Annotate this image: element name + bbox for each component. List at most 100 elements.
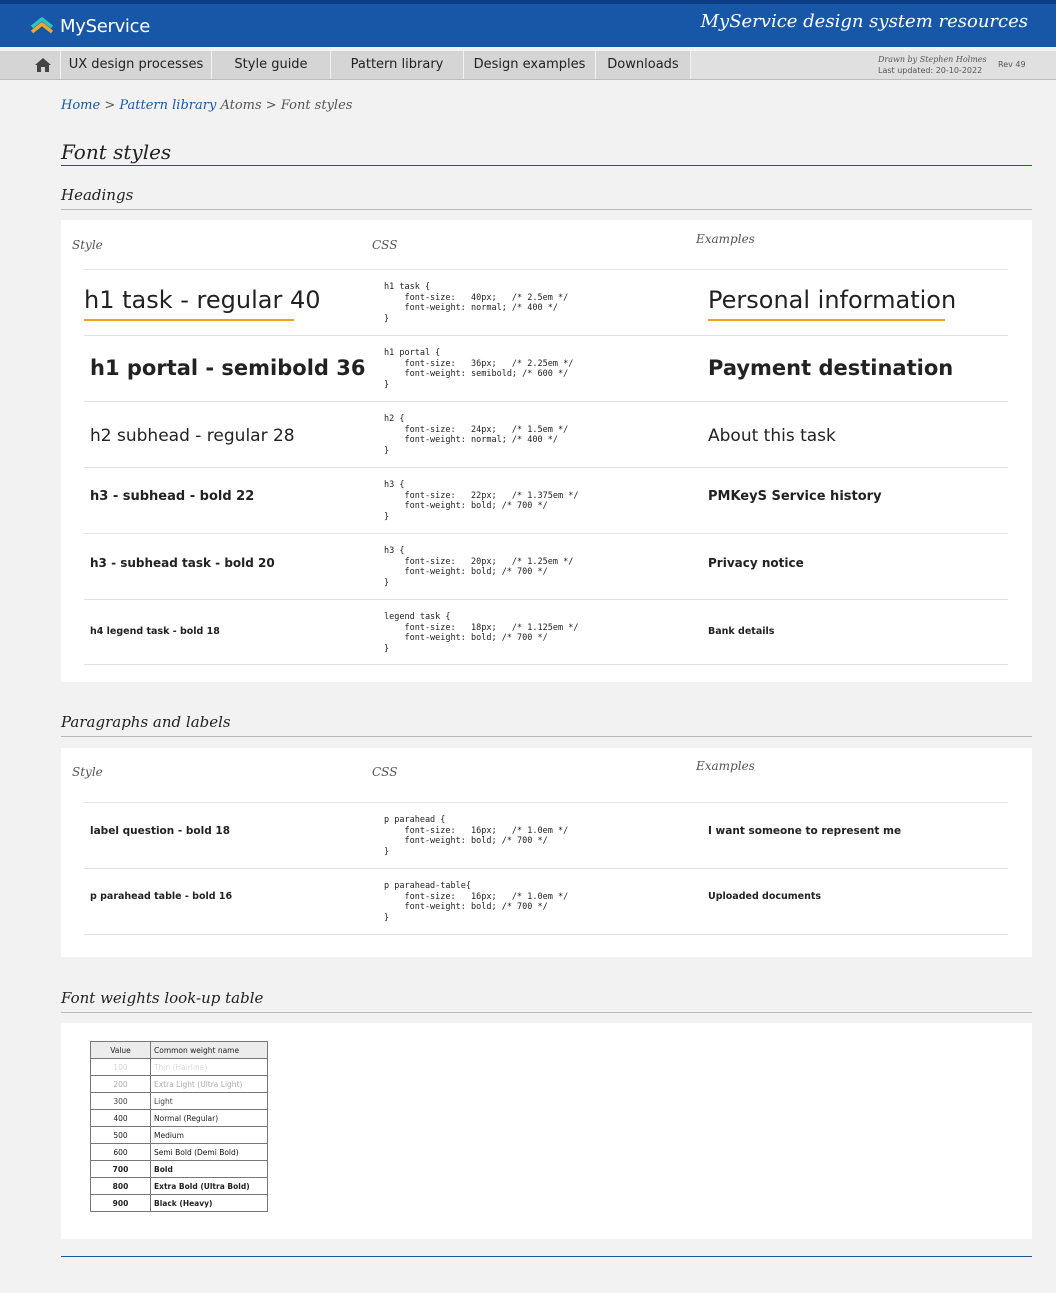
nav-item-ux-design-processes[interactable]: UX design processes (60, 51, 211, 79)
home-icon (35, 58, 51, 72)
row-divider (84, 533, 1008, 534)
last-updated-text: Last updated: 20-10-2022 (878, 66, 983, 75)
breadcrumb-home-link[interactable]: Home (61, 98, 100, 113)
example-h3-subhead: PMKeyS Service history (708, 489, 882, 504)
table-row: 300 Light (90, 1092, 268, 1110)
nav-item-pattern-library[interactable]: Pattern library (330, 51, 463, 79)
paragraphs-panel: Style CSS Examples label question - bold… (61, 748, 1032, 957)
row-divider (84, 467, 1008, 468)
table-row: 800 Extra Bold (Ultra Bold) (90, 1177, 268, 1195)
weight-value: 800 (90, 1177, 151, 1195)
weight-name: Light (150, 1092, 268, 1110)
logo[interactable]: MyService (30, 13, 150, 39)
breadcrumb-pattern-library-link[interactable]: Pattern library (119, 98, 216, 113)
row-divider (84, 802, 1008, 803)
h1-task-underline (84, 319, 294, 321)
font-weights-table: Value Common weight name 100 Thin (Hairli… (90, 1041, 268, 1212)
breadcrumb-current: Atoms > Font styles (220, 98, 353, 113)
weight-value: 700 (90, 1160, 151, 1178)
example-h3-subhead-task: Privacy notice (708, 556, 804, 570)
weight-value: 600 (90, 1143, 151, 1161)
table-row: 900 Black (Heavy) (90, 1194, 268, 1212)
col-head-style: Style (72, 238, 103, 252)
nav-item-design-examples[interactable]: Design examples (463, 51, 595, 79)
weight-name: Thin (Hairline) (150, 1058, 268, 1076)
style-label-h3-subhead: h3 - subhead - bold 22 (90, 489, 255, 504)
nav-item-style-guide[interactable]: Style guide (211, 51, 330, 79)
logo-chevron-icon (30, 17, 54, 34)
font-weights-panel: Value Common weight name 100 Thin (Hairli… (61, 1023, 1032, 1239)
css-code-h1-task: h1 task { font-size: 40px; /* 2.5em */ f… (384, 282, 569, 324)
weight-value: 400 (90, 1109, 151, 1127)
weight-name: Black (Heavy) (150, 1194, 268, 1212)
table-row: 100 Thin (Hairline) (90, 1058, 268, 1076)
logo-text: MyService (60, 15, 151, 37)
col-head-css: CSS (372, 765, 398, 779)
col-head-examples: Examples (696, 232, 755, 246)
headings-panel: Style CSS Examples h1 task - regular 40 … (61, 220, 1032, 682)
header-title: MyService design system resources (700, 11, 1028, 32)
weight-name: Semi Bold (Demi Bold) (150, 1143, 268, 1161)
section-divider (61, 1012, 1032, 1013)
css-code-h3-subhead-task: h3 { font-size: 20px; /* 1.25em */ font-… (384, 546, 574, 588)
breadcrumb: Home > Pattern library Atoms > Font styl… (61, 98, 352, 113)
section-divider (61, 736, 1032, 737)
example-h1-task-underline (708, 319, 945, 321)
weight-value: 200 (90, 1075, 151, 1093)
weight-name: Medium (150, 1126, 268, 1144)
css-code-h2: h2 { font-size: 24px; /* 1.5em */ font-w… (384, 414, 569, 456)
section-title-paragraphs: Paragraphs and labels (61, 713, 231, 731)
section-title-headings: Headings (61, 186, 134, 204)
table-row: 700 Bold (90, 1160, 268, 1178)
revision-text: Rev 49 (998, 60, 1026, 69)
example-label-question: I want someone to represent me (708, 825, 902, 837)
row-divider (84, 269, 1008, 270)
table-header-value: Value (90, 1041, 151, 1059)
css-code-h1-portal: h1 portal { font-size: 36px; /* 2.25em *… (384, 348, 574, 390)
table-row: 200 Extra Light (Ultra Light) (90, 1075, 268, 1093)
example-h4-legend: Bank details (708, 626, 775, 637)
col-head-style: Style (72, 765, 103, 779)
app-header: MyService MyService design system resour… (0, 4, 1056, 47)
weight-value: 500 (90, 1126, 151, 1144)
page-title: Font styles (61, 140, 172, 164)
col-head-examples: Examples (696, 759, 755, 773)
breadcrumb-separator: > (104, 98, 116, 113)
row-divider (84, 335, 1008, 336)
weight-value: 900 (90, 1194, 151, 1212)
footer-divider (61, 1256, 1032, 1257)
weight-value: 300 (90, 1092, 151, 1110)
row-divider (84, 868, 1008, 869)
style-label-h1-portal: h1 portal - semibold 36 (90, 356, 366, 380)
row-divider (84, 664, 1008, 665)
nav-item-downloads[interactable]: Downloads (595, 51, 690, 79)
example-h2: About this task (708, 426, 836, 446)
style-label-h1-task: h1 task - regular 40 (84, 286, 321, 314)
weight-name: Normal (Regular) (150, 1109, 268, 1127)
drawn-by-text: Drawn by Stephen Holmes (878, 55, 987, 64)
css-code-h4-legend: legend task { font-size: 18px; /* 1.125e… (384, 612, 579, 654)
row-divider (84, 934, 1008, 935)
style-label-label-question: label question - bold 18 (90, 825, 231, 837)
table-header-weight-name: Common weight name (150, 1041, 268, 1059)
table-row: 500 Medium (90, 1126, 268, 1144)
row-divider (84, 599, 1008, 600)
section-divider (61, 209, 1032, 210)
css-code-label-question: p parahead { font-size: 16px; /* 1.0em *… (384, 815, 569, 857)
col-head-css: CSS (372, 238, 398, 252)
table-row: 600 Semi Bold (Demi Bold) (90, 1143, 268, 1161)
section-title-font-weights: Font weights look-up table (61, 989, 264, 1007)
css-code-parahead-table: p parahead-table{ font-size: 16px; /* 1.… (384, 881, 569, 923)
title-divider (61, 165, 1032, 166)
example-parahead-table: Uploaded documents (708, 891, 822, 902)
example-h1-task: Personal information (708, 286, 957, 314)
weight-name: Extra Bold (Ultra Bold) (150, 1177, 268, 1195)
table-row: 400 Normal (Regular) (90, 1109, 268, 1127)
main-nav: UX design processes Style guide Pattern … (0, 51, 1056, 80)
css-code-h3-subhead: h3 { font-size: 22px; /* 1.375em */ font… (384, 480, 579, 522)
style-label-h4-legend: h4 legend task - bold 18 (90, 626, 220, 637)
style-label-parahead-table: p parahead table - bold 16 (90, 891, 233, 902)
table-header-row: Value Common weight name (90, 1041, 268, 1059)
nav-home-button[interactable] (28, 51, 58, 79)
style-label-h2: h2 subhead - regular 28 (90, 426, 295, 446)
